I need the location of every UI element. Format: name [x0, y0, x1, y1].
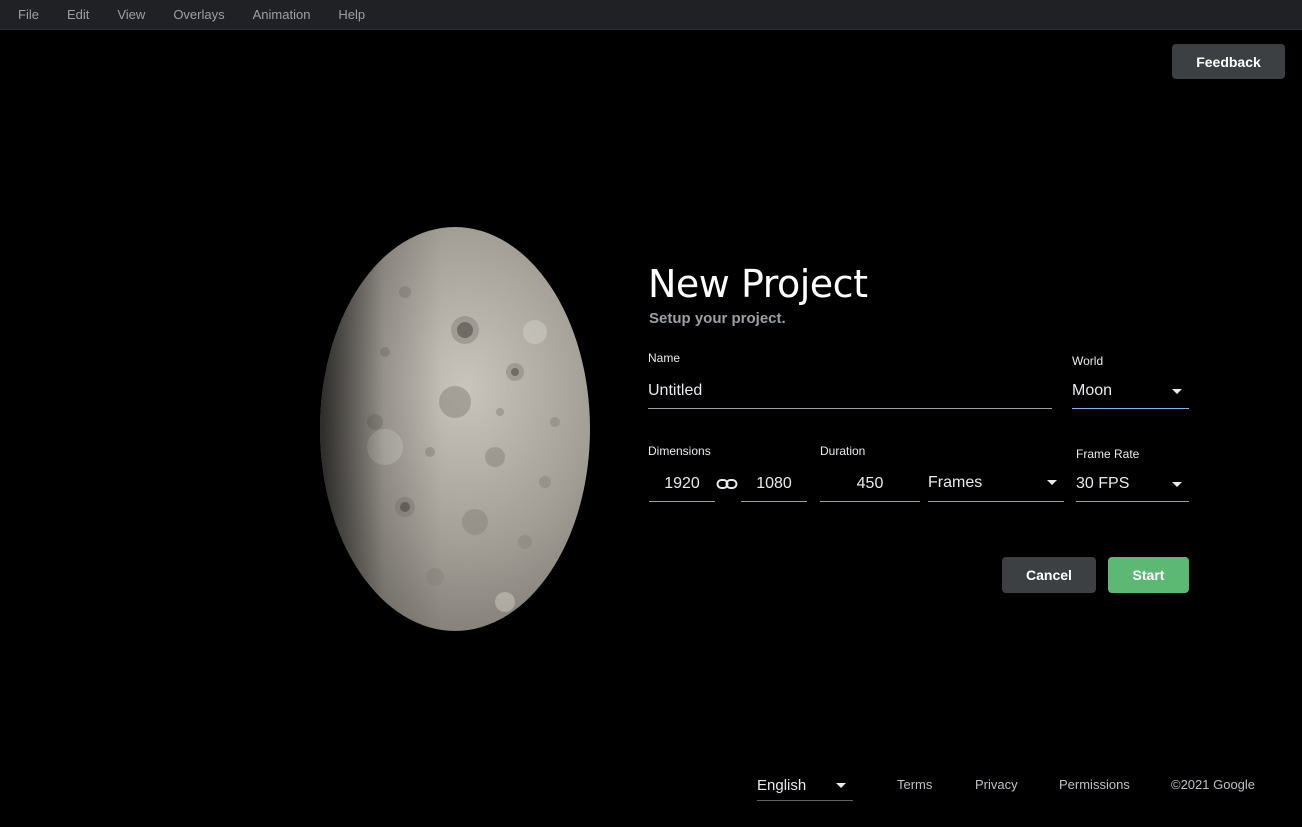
menu-bar: File Edit View Overlays Animation Help — [0, 0, 1302, 30]
duration-unit-value: Frames — [928, 473, 983, 491]
framerate-value: 30 FPS — [1076, 475, 1130, 492]
width-value: 1920 — [664, 475, 700, 492]
copyright-text: ©2021 Google — [1171, 777, 1256, 792]
page-subtitle: Setup your project. — [649, 310, 786, 327]
chevron-down-icon — [1047, 480, 1057, 485]
privacy-link[interactable]: Privacy — [975, 777, 1018, 792]
menu-help[interactable]: Help — [324, 0, 379, 30]
duration-unit-select[interactable]: Frames — [928, 464, 1064, 502]
framerate-label: Frame Rate — [1076, 447, 1140, 461]
language-value: English — [757, 776, 807, 794]
feedback-button[interactable]: Feedback — [1172, 44, 1285, 79]
name-label: Name — [648, 351, 681, 365]
duration-label: Duration — [820, 444, 866, 458]
chevron-down-icon — [1172, 481, 1182, 487]
moon-image — [255, 222, 595, 637]
world-value: Moon — [1072, 382, 1113, 399]
start-button[interactable]: Start — [1108, 557, 1189, 593]
duration-input[interactable]: 450 — [820, 467, 920, 502]
dimensions-label: Dimensions — [648, 444, 711, 458]
menu-file[interactable]: File — [0, 0, 53, 30]
world-select[interactable]: Moon — [1072, 374, 1189, 409]
world-label: World — [1072, 354, 1104, 368]
height-value: 1080 — [756, 475, 792, 492]
permissions-link[interactable]: Permissions — [1059, 777, 1130, 792]
name-input[interactable]: Untitled — [648, 374, 1052, 409]
page-title: New Project — [648, 262, 868, 306]
cancel-button[interactable]: Cancel — [1002, 557, 1096, 593]
framerate-select[interactable]: 30 FPS — [1076, 467, 1189, 502]
duration-value: 450 — [856, 475, 884, 492]
name-value: Untitled — [648, 382, 703, 399]
menu-overlays[interactable]: Overlays — [159, 0, 238, 30]
menu-animation[interactable]: Animation — [239, 0, 325, 30]
link-icon[interactable] — [716, 477, 738, 491]
language-select[interactable]: English — [757, 770, 853, 801]
menu-edit[interactable]: Edit — [53, 0, 103, 30]
width-input[interactable]: 1920 — [649, 467, 715, 502]
height-input[interactable]: 1080 — [741, 467, 807, 502]
chevron-down-icon — [836, 782, 846, 788]
chevron-down-icon — [1172, 388, 1182, 394]
menu-view[interactable]: View — [103, 0, 159, 30]
terms-link[interactable]: Terms — [897, 777, 932, 792]
